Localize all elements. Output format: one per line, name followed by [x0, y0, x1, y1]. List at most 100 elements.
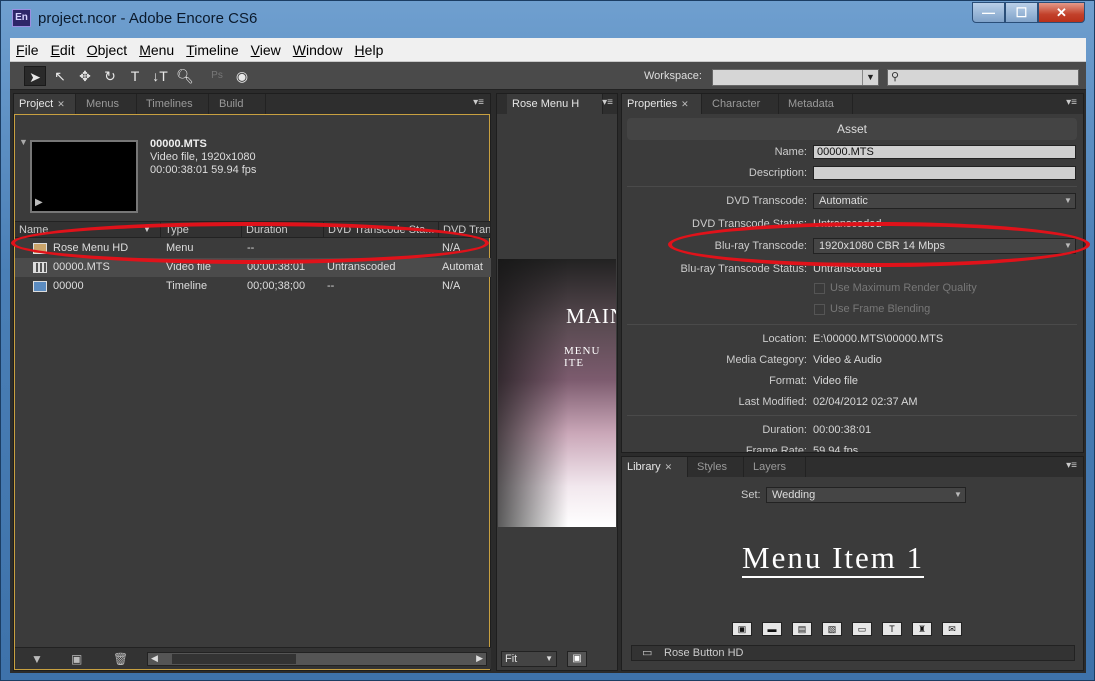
max-render-label: Use Maximum Render Quality: [830, 282, 977, 294]
library-list-item[interactable]: ▭ Rose Button HD: [631, 645, 1075, 661]
menu-menu[interactable]: Menu: [133, 42, 180, 58]
tab-properties[interactable]: Properties ✕: [622, 94, 702, 114]
close-icon[interactable]: ✕: [681, 99, 689, 109]
format-label: Format:: [769, 375, 807, 387]
tab-menus[interactable]: Menus: [81, 94, 137, 114]
new-item-icon[interactable]: ▣: [71, 652, 82, 666]
play-icon[interactable]: ▶: [35, 197, 43, 208]
close-icon[interactable]: ✕: [57, 99, 65, 109]
menu-preview-canvas[interactable]: MAIN MENU ITE: [498, 259, 616, 527]
close-button[interactable]: ✕: [1038, 2, 1085, 23]
table-row[interactable]: 00000 Timeline 00;00;38;00 -- N/A: [15, 277, 491, 296]
tab-character[interactable]: Character: [707, 94, 779, 114]
menu-file[interactable]: File: [10, 42, 45, 58]
scroll-thumb[interactable]: [172, 654, 296, 664]
minimize-button[interactable]: —: [972, 2, 1005, 23]
button-filter-icon[interactable]: ▣: [732, 622, 752, 636]
tab-project-label: Project: [19, 98, 54, 110]
direct-select-tool-icon[interactable]: ↖: [49, 66, 71, 86]
dvd-transcode-select[interactable]: Automatic ▼: [813, 193, 1076, 209]
library-item-preview[interactable]: Menu Item 1: [742, 540, 925, 578]
tab-project[interactable]: Project ✕: [14, 94, 76, 114]
menu-view[interactable]: View: [245, 42, 287, 58]
menu-window[interactable]: Window: [287, 42, 349, 58]
scroll-left-icon[interactable]: ◀: [151, 653, 158, 664]
encore-app-icon[interactable]: En: [12, 9, 31, 27]
tab-metadata[interactable]: Metadata: [783, 94, 853, 114]
column-duration[interactable]: Duration: [242, 222, 324, 238]
menu-timeline[interactable]: Timeline: [180, 42, 244, 58]
bluray-transcode-select[interactable]: 1920x1080 CBR 14 Mbps ▼: [813, 238, 1076, 254]
trash-icon[interactable]: 🗑︎: [113, 652, 128, 666]
column-type[interactable]: Type: [161, 222, 242, 238]
tab-layers[interactable]: Layers: [748, 457, 806, 477]
safe-area-icon[interactable]: ▣: [567, 651, 587, 667]
workspace-select[interactable]: ▼: [712, 69, 879, 86]
video-thumbnail[interactable]: ▶: [30, 140, 138, 213]
tab-timelines[interactable]: Timelines: [141, 94, 209, 114]
background-filter-icon[interactable]: ▧: [822, 622, 842, 636]
preview-icon[interactable]: ◉: [231, 66, 253, 86]
zoom-select[interactable]: Fit ▼: [501, 651, 557, 667]
scroll-right-icon[interactable]: ▶: [476, 653, 483, 664]
tab-library[interactable]: Library ✕: [622, 457, 688, 477]
selected-file-info: Video file, 1920x1080: [150, 151, 256, 163]
column-dvd-status[interactable]: DVD Transcode Sta...: [324, 222, 439, 238]
maximize-button[interactable]: ☐: [1005, 2, 1038, 23]
menu-object[interactable]: Object: [81, 42, 133, 58]
selection-tool-icon[interactable]: ➤: [24, 66, 46, 86]
frame-blending-checkbox[interactable]: [814, 304, 825, 315]
selected-file-name: 00000.MTS: [150, 138, 207, 150]
folder-filter-icon[interactable]: ▭: [852, 622, 872, 636]
text-filter-icon[interactable]: T: [882, 622, 902, 636]
name-field[interactable]: 00000.MTS: [813, 145, 1076, 159]
text-tool-icon[interactable]: T: [124, 66, 146, 86]
row-duration: --: [247, 242, 255, 254]
row-status: Untranscoded: [327, 261, 396, 273]
search-input[interactable]: ⚲: [887, 69, 1079, 86]
zoom-tool-icon[interactable]: 🔍︎: [174, 66, 196, 86]
menu-preview-panel: Rose Menu H ▾≡ MAIN MENU ITE Fit ▼ ▣: [496, 93, 618, 671]
max-render-checkbox[interactable]: [814, 283, 825, 294]
selected-file-duration: 00:00:38:01 59.94 fps: [150, 164, 257, 176]
row-dvd: N/A: [442, 280, 461, 292]
shape-filter-icon[interactable]: ▬: [762, 622, 782, 636]
tab-rose-menu[interactable]: Rose Menu H: [507, 94, 603, 114]
panel-menu-icon[interactable]: ▾≡: [602, 97, 613, 108]
tab-build[interactable]: Build: [214, 94, 266, 114]
tab-styles[interactable]: Styles: [692, 457, 744, 477]
bluray-transcode-value: 1920x1080 CBR 14 Mbps: [819, 240, 945, 252]
column-name[interactable]: Name ▼: [15, 222, 161, 238]
horizontal-scrollbar[interactable]: ◀ ▶: [147, 652, 487, 666]
set-select[interactable]: Wedding ▼: [766, 487, 966, 503]
menu-edit[interactable]: Edit: [45, 42, 81, 58]
filter-icon[interactable]: ▼: [31, 652, 43, 666]
tab-properties-label: Properties: [627, 98, 678, 110]
image-filter-icon[interactable]: ▤: [792, 622, 812, 636]
panel-menu-icon[interactable]: ▾≡: [473, 97, 484, 108]
chevron-down-icon: ▼: [1064, 241, 1072, 250]
table-row[interactable]: 00000.MTS Video file 00:00:38:01 Untrans…: [15, 258, 491, 277]
move-tool-icon[interactable]: ✥: [74, 66, 96, 86]
photoshop-icon[interactable]: Ps: [206, 66, 228, 86]
window-title: project.ncor - Adobe Encore CS6: [38, 10, 258, 27]
tools-bar: ➤ ↖ ✥ ↻ T ↓T 🔍︎ Ps ◉ Workspace: ▼ ⚲: [10, 62, 1086, 90]
row-name: 00000: [53, 280, 84, 292]
menu-filter-icon[interactable]: ✉: [942, 622, 962, 636]
close-icon[interactable]: ✕: [665, 462, 673, 472]
menu-help[interactable]: Help: [349, 42, 390, 58]
rotate-tool-icon[interactable]: ↻: [99, 66, 121, 86]
panel-menu-icon[interactable]: ▾≡: [1066, 460, 1077, 471]
collapse-arrow-icon[interactable]: ▼: [19, 137, 28, 147]
chess-filter-icon[interactable]: ♜: [912, 622, 932, 636]
vertical-text-tool-icon[interactable]: ↓T: [149, 66, 171, 86]
table-row[interactable]: Rose Menu HD Menu -- N/A: [15, 239, 491, 258]
frame-blending-label: Use Frame Blending: [830, 303, 931, 315]
column-dvd-transcode[interactable]: DVD Tran: [439, 222, 491, 238]
panel-menu-icon[interactable]: ▾≡: [1066, 97, 1077, 108]
title-bar: En project.ncor - Adobe Encore CS6 — ☐ ✕: [1, 1, 1094, 37]
properties-tabbar: Properties ✕ Character Metadata ▾≡: [622, 94, 1083, 114]
dvd-transcode-value: Automatic: [819, 195, 868, 207]
description-field[interactable]: [813, 166, 1076, 180]
preview-menu-item: MENU ITE: [564, 345, 601, 369]
